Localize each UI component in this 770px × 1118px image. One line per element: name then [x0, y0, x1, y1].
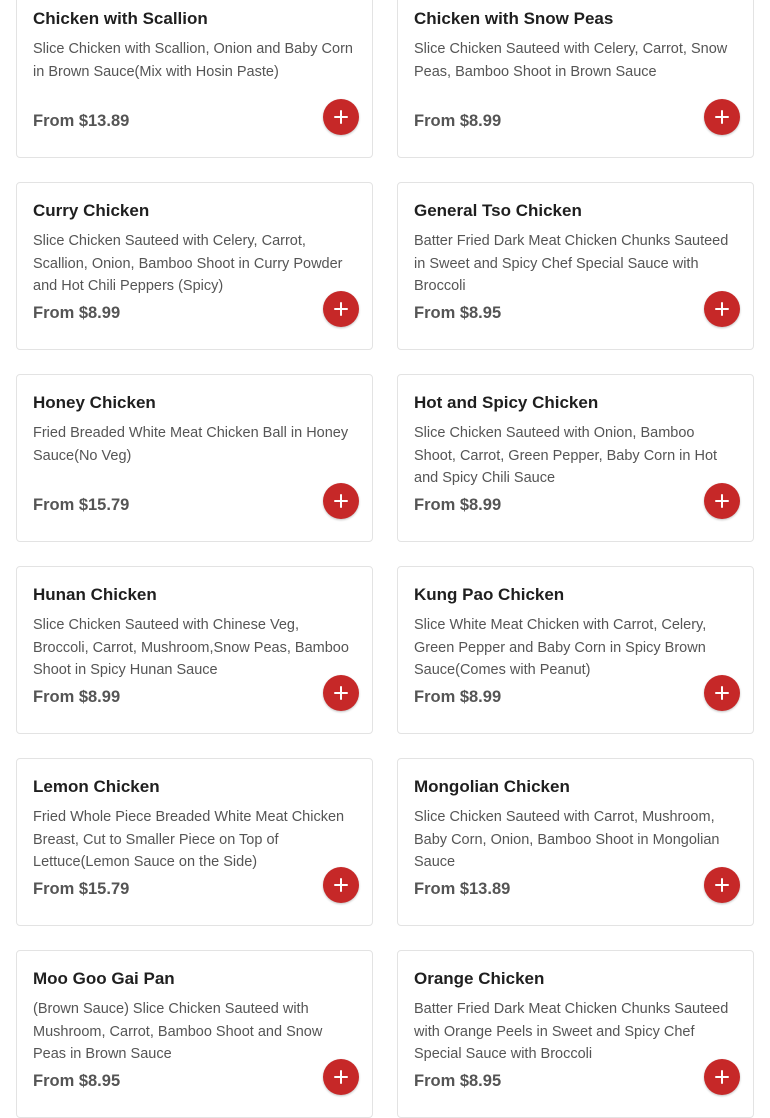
add-to-cart-button[interactable]	[323, 483, 359, 519]
add-to-cart-button[interactable]	[704, 291, 740, 327]
item-name: General Tso Chicken	[414, 201, 582, 220]
menu-item-card[interactable]: Lemon Chicken Fried Whole Piece Breaded …	[16, 758, 373, 926]
menu-item-card[interactable]: Chicken with Snow Peas Slice Chicken Sau…	[397, 0, 754, 158]
menu-item-card[interactable]: Curry Chicken Slice Chicken Sauteed with…	[16, 182, 373, 350]
plus-icon	[334, 686, 348, 700]
item-description: Batter Fried Dark Meat Chicken Chunks Sa…	[414, 233, 729, 294]
add-to-cart-button[interactable]	[323, 99, 359, 135]
add-to-cart-button[interactable]	[323, 1059, 359, 1095]
add-to-cart-button[interactable]	[704, 99, 740, 135]
item-name: Curry Chicken	[33, 201, 150, 220]
item-name: Hot and Spicy Chicken	[414, 393, 599, 412]
item-description: Slice Chicken Sauteed with Celery, Carro…	[414, 41, 728, 80]
plus-icon	[715, 686, 729, 700]
menu-item-card[interactable]: Hunan Chicken Slice Chicken Sauteed with…	[16, 566, 373, 734]
add-to-cart-button[interactable]	[704, 483, 740, 519]
plus-icon	[715, 110, 729, 124]
item-name: Chicken with Scallion	[33, 9, 208, 28]
plus-icon	[334, 1070, 348, 1084]
add-to-cart-button[interactable]	[323, 867, 359, 903]
item-name: Kung Pao Chicken	[414, 585, 565, 604]
item-name: Hunan Chicken	[33, 585, 157, 604]
add-to-cart-button[interactable]	[704, 1059, 740, 1095]
item-description: Slice Chicken Sauteed with Chinese Veg, …	[33, 617, 349, 678]
item-name: Orange Chicken	[414, 969, 545, 988]
item-price: From $8.95	[414, 304, 502, 322]
plus-icon	[334, 110, 348, 124]
plus-icon	[334, 302, 348, 316]
item-description: Slice Chicken with Scallion, Onion and B…	[33, 41, 353, 80]
menu-item-card[interactable]: Kung Pao Chicken Slice White Meat Chicke…	[397, 566, 754, 734]
item-price: From $8.99	[414, 688, 502, 706]
plus-icon	[715, 302, 729, 316]
item-description: Fried Breaded White Meat Chicken Ball in…	[33, 425, 349, 464]
menu-item-card[interactable]: Moo Goo Gai Pan (Brown Sauce) Slice Chic…	[16, 950, 373, 1118]
add-to-cart-button[interactable]	[323, 675, 359, 711]
item-price: From $8.99	[33, 304, 121, 322]
item-price: From $8.99	[414, 112, 502, 130]
item-name: Honey Chicken	[33, 393, 156, 412]
item-description: Batter Fried Dark Meat Chicken Chunks Sa…	[414, 1001, 729, 1062]
item-name: Lemon Chicken	[33, 777, 160, 796]
plus-icon	[715, 1070, 729, 1084]
item-description: (Brown Sauce) Slice Chicken Sauteed with…	[33, 1001, 323, 1062]
plus-icon	[715, 494, 729, 508]
item-description: Slice Chicken Sauteed with Onion, Bamboo…	[414, 425, 718, 486]
item-price: From $8.95	[33, 1072, 121, 1090]
item-description: Fried Whole Piece Breaded White Meat Chi…	[33, 809, 345, 870]
add-to-cart-button[interactable]	[704, 867, 740, 903]
item-name: Mongolian Chicken	[414, 777, 570, 796]
plus-icon	[334, 878, 348, 892]
menu-item-card[interactable]: General Tso Chicken Batter Fried Dark Me…	[397, 182, 754, 350]
item-price: From $8.95	[414, 1072, 502, 1090]
item-name: Moo Goo Gai Pan	[33, 969, 175, 988]
item-price: From $13.89	[414, 880, 511, 898]
item-description: Slice Chicken Sauteed with Carrot, Mushr…	[414, 809, 720, 870]
add-to-cart-button[interactable]	[323, 291, 359, 327]
plus-icon	[715, 878, 729, 892]
item-description: Slice White Meat Chicken with Carrot, Ce…	[414, 617, 707, 678]
menu-item-grid: Chicken with Scallion Slice Chicken with…	[16, 0, 754, 1118]
menu-item-card[interactable]: Hot and Spicy Chicken Slice Chicken Saut…	[397, 374, 754, 542]
menu-item-card[interactable]: Honey Chicken Fried Breaded White Meat C…	[16, 374, 373, 542]
item-name: Chicken with Snow Peas	[414, 9, 614, 28]
menu-item-card[interactable]: Mongolian Chicken Slice Chicken Sauteed …	[397, 758, 754, 926]
add-to-cart-button[interactable]	[704, 675, 740, 711]
item-price: From $15.79	[33, 880, 130, 898]
item-description: Slice Chicken Sauteed with Celery, Carro…	[33, 233, 343, 294]
item-price: From $8.99	[33, 688, 121, 706]
plus-icon	[334, 494, 348, 508]
item-price: From $8.99	[414, 496, 502, 514]
menu-item-card[interactable]: Orange Chicken Batter Fried Dark Meat Ch…	[397, 950, 754, 1118]
item-price: From $13.89	[33, 112, 130, 130]
menu-item-card[interactable]: Chicken with Scallion Slice Chicken with…	[16, 0, 373, 158]
item-price: From $15.79	[33, 496, 130, 514]
